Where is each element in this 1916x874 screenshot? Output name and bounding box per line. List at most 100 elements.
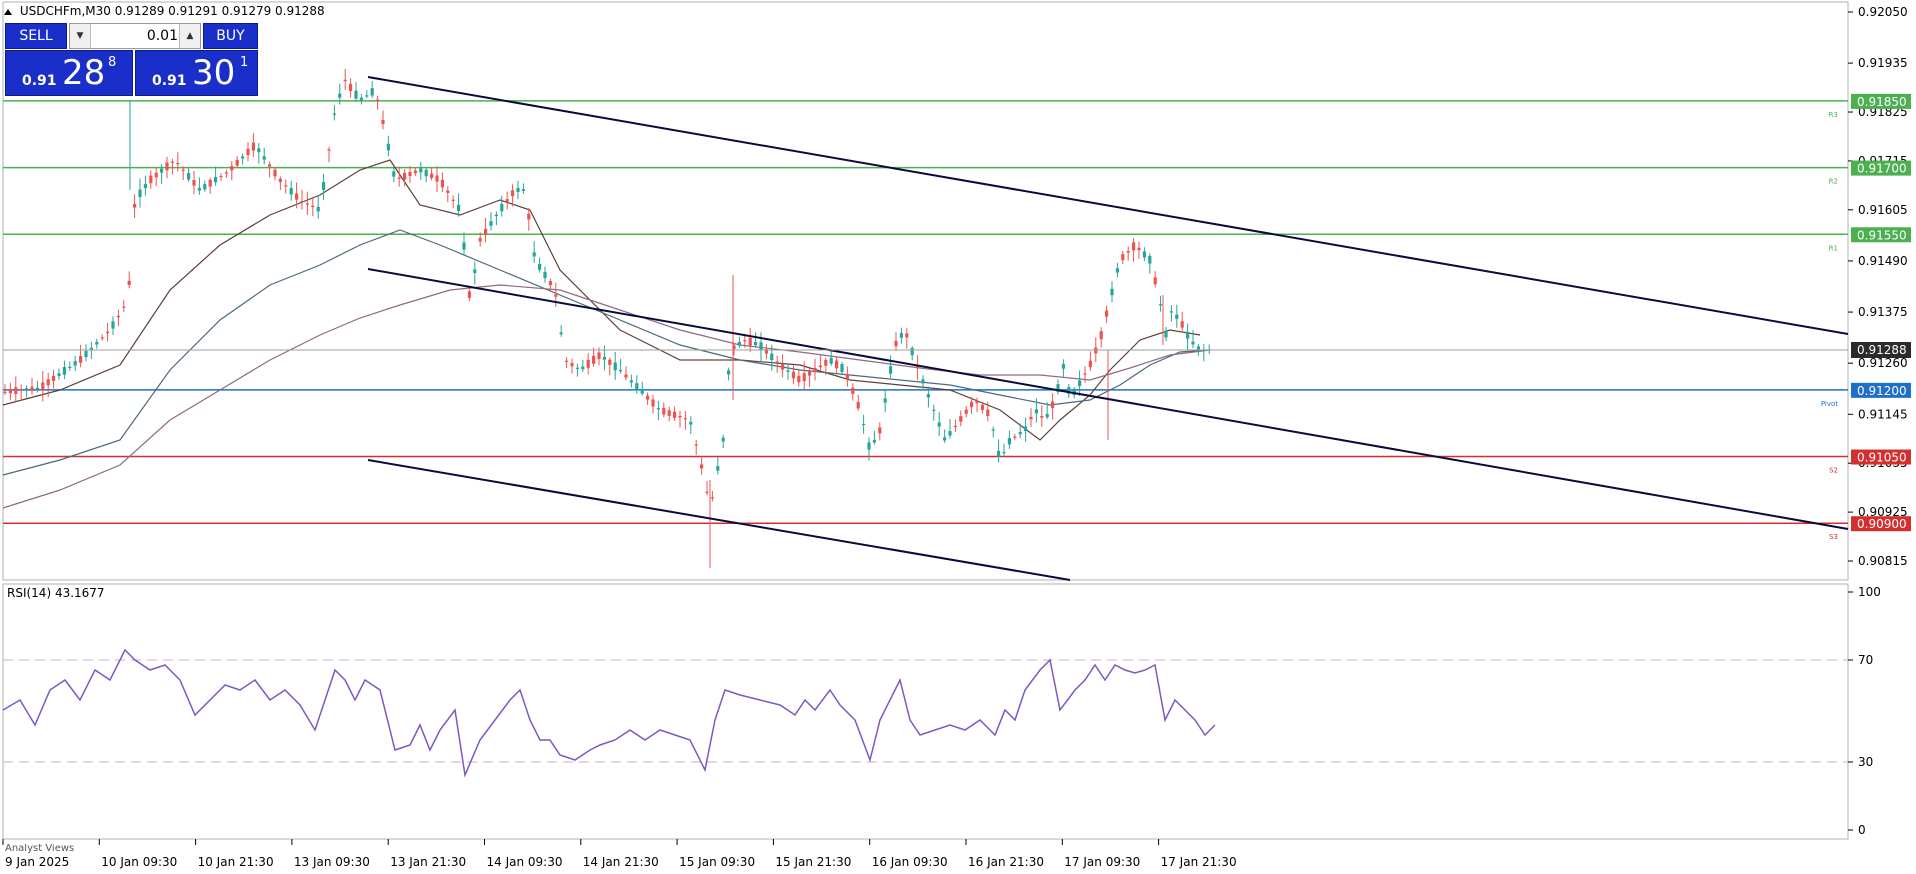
- buy-price-prefix: 0.91: [152, 73, 187, 89]
- candle-body: [1110, 288, 1114, 296]
- candle-body: [116, 315, 120, 318]
- candle-body: [565, 360, 569, 362]
- candle-body: [79, 356, 83, 363]
- candle-body: [224, 172, 228, 174]
- candle-body: [1142, 251, 1146, 258]
- candle-body: [95, 341, 99, 345]
- ma-line-slow[interactable]: [2, 284, 1211, 509]
- candle-body: [289, 187, 293, 195]
- candle-body: [192, 180, 196, 186]
- candle-body: [392, 171, 396, 177]
- chart-canvas[interactable]: R3R2R1PivotS2S3 0.920500.919350.918250.9…: [0, 0, 1916, 874]
- rsi-label: RSI(14) 43.1677: [7, 586, 105, 600]
- candle-body: [570, 363, 574, 367]
- level-price-tag-label: 0.91850: [1857, 95, 1907, 109]
- rsi-polyline[interactable]: [2, 648, 1216, 778]
- candle-body: [1083, 373, 1087, 375]
- candle-body: [208, 179, 212, 187]
- candle-body: [818, 365, 822, 368]
- level-short-label: Pivot: [1821, 400, 1838, 408]
- candle-body: [413, 170, 417, 174]
- candle-body: [970, 401, 974, 408]
- buy-price-button[interactable]: 0.91 30 1: [135, 50, 258, 96]
- candle-body: [494, 214, 498, 217]
- candle-body: [370, 88, 374, 96]
- collapse-triangle-icon[interactable]: [4, 8, 12, 15]
- ma-line-medium[interactable]: [2, 229, 1211, 476]
- buy-button[interactable]: BUY: [203, 23, 258, 49]
- rsi-panel-frame: [2, 583, 1849, 840]
- candle-body: [41, 382, 45, 390]
- candle-body: [581, 366, 585, 370]
- candle-body: [1088, 360, 1092, 368]
- channel-line-lower[interactable]: [367, 459, 1071, 581]
- lot-size-input[interactable]: [92, 27, 178, 45]
- buy-price-fraction: 1: [240, 55, 249, 70]
- candle-body: [727, 370, 731, 375]
- sell-button[interactable]: SELL: [5, 23, 67, 49]
- candle-body: [948, 431, 952, 436]
- lot-decrease-icon[interactable]: ▼: [70, 24, 91, 48]
- candle-body: [689, 421, 693, 425]
- rsi-tick-label: 0: [1858, 823, 1866, 837]
- candle-body: [1018, 432, 1022, 435]
- candle-body: [759, 342, 763, 350]
- price-tick-label: 0.91490: [1858, 254, 1908, 268]
- candle-body: [397, 177, 401, 179]
- candle-body: [1034, 409, 1038, 414]
- channel-line-middle[interactable]: [367, 268, 1849, 530]
- candle-body: [187, 173, 191, 180]
- main-chart-frame: [2, 1, 1849, 581]
- candle-body: [203, 184, 207, 190]
- candle-body: [1024, 426, 1028, 432]
- candle-body: [991, 429, 995, 431]
- candle-body: [1121, 254, 1125, 261]
- candle-body: [170, 161, 174, 163]
- level-price-tag-label: 0.90900: [1857, 517, 1907, 531]
- candle-body: [430, 173, 434, 179]
- price-tick-label: 0.91935: [1858, 56, 1908, 70]
- price-tick-label: 0.91260: [1858, 356, 1908, 370]
- candle-body: [251, 142, 255, 151]
- candle-body: [1137, 247, 1141, 251]
- buy-price-pips: 30: [192, 53, 236, 93]
- candle-body: [835, 360, 839, 369]
- candle-body: [775, 361, 779, 363]
- ma-line-fast[interactable]: [2, 159, 1201, 441]
- trend-channel: [367, 76, 1849, 581]
- candle-body: [845, 374, 849, 379]
- candle-body: [478, 237, 482, 242]
- level-short-label: R3: [1829, 111, 1838, 119]
- candle-body: [894, 340, 898, 347]
- candle-body: [1191, 341, 1195, 345]
- lot-increase-icon[interactable]: ▲: [179, 24, 200, 48]
- rsi-axis: 100 70 30 0: [1848, 585, 1881, 837]
- rsi-tick-label: 70: [1858, 653, 1873, 667]
- candle-body: [640, 390, 644, 394]
- time-tick-label: 14 Jan 09:30: [487, 855, 563, 869]
- candle-body: [910, 348, 914, 356]
- time-tick-label: 16 Jan 21:30: [968, 855, 1044, 869]
- time-tick-label: 15 Jan 09:30: [679, 855, 755, 869]
- price-tick-label: 0.90815: [1858, 554, 1908, 568]
- sell-price-button[interactable]: 0.91 28 8: [5, 50, 133, 96]
- candle-body: [953, 425, 957, 428]
- candle-body: [646, 395, 650, 400]
- candle-body: [73, 361, 77, 366]
- candle-body: [1013, 436, 1017, 438]
- analyst-views-tab[interactable]: Analyst Views: [5, 844, 1505, 854]
- candle-body: [710, 497, 714, 499]
- candle-body: [629, 380, 633, 383]
- candle-body: [197, 187, 201, 191]
- current-price-tag-label: 0.91288: [1857, 343, 1907, 357]
- symbol-name: USDCHFm,M30: [19, 4, 111, 18]
- candle-body: [311, 205, 315, 208]
- candle-body: [813, 367, 817, 373]
- candle-body: [619, 370, 623, 372]
- candle-body: [268, 164, 272, 167]
- level-price-tag-label: 0.91700: [1857, 162, 1907, 176]
- channel-line-upper[interactable]: [367, 76, 1849, 335]
- candle-body: [905, 333, 909, 338]
- candle-body: [737, 341, 741, 346]
- time-tick-label: 13 Jan 09:30: [294, 855, 370, 869]
